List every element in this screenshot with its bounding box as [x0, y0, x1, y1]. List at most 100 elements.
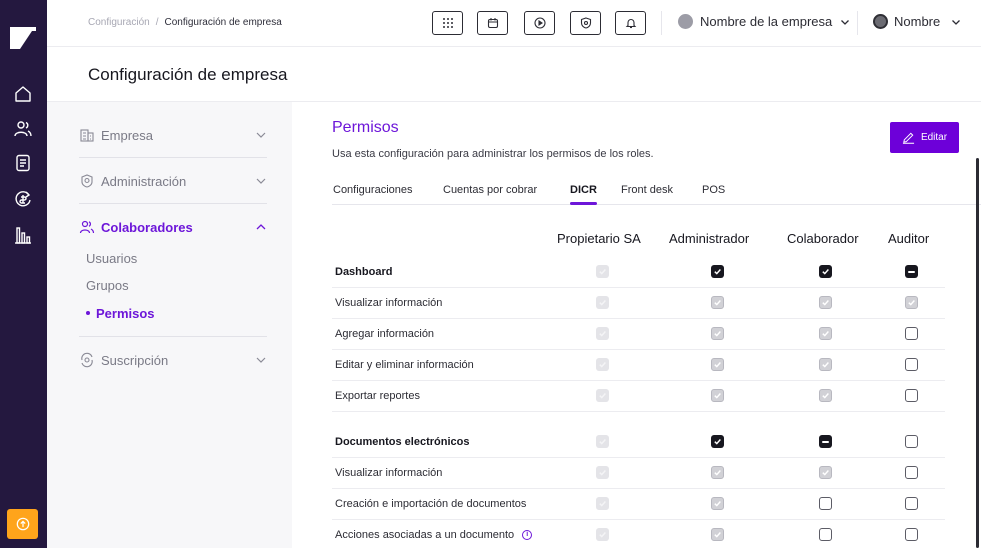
permission-checkbox-auditor[interactable] — [905, 497, 918, 510]
permission-checkbox-administrador[interactable] — [711, 497, 724, 510]
row-label: Acciones asociadas a un documento i — [335, 529, 533, 541]
row-label-text: Creación e importación de documentos — [335, 498, 527, 510]
permission-checkbox-auditor[interactable] — [905, 528, 918, 541]
permission-checkbox-propietario-sa — [596, 296, 609, 309]
sidebar-item-usuarios[interactable]: Usuarios — [86, 251, 137, 266]
tab-dicr[interactable]: DICR — [570, 184, 597, 205]
check-icon — [599, 470, 606, 476]
notifications-button[interactable] — [615, 11, 646, 35]
table-row: Exportar reportes — [332, 381, 945, 412]
permission-checkbox-colaborador[interactable] — [819, 435, 832, 448]
arrow-up-circle-icon — [16, 517, 29, 531]
permission-checkbox-auditor[interactable] — [905, 466, 918, 479]
app-logo[interactable] — [10, 27, 36, 49]
permission-checkbox-administrador[interactable] — [711, 327, 724, 340]
breadcrumb-separator: / — [155, 17, 159, 28]
permission-checkbox-colaborador[interactable] — [819, 296, 832, 309]
tab-pos[interactable]: POS — [702, 184, 725, 196]
sidebar-item-grupos[interactable]: Grupos — [86, 278, 129, 293]
check-icon — [714, 532, 721, 538]
company-selector[interactable]: Nombre de la empresa — [678, 14, 851, 29]
check-icon — [822, 331, 829, 337]
permission-checkbox-propietario-sa — [596, 528, 609, 541]
permission-checkbox-auditor[interactable] — [905, 358, 918, 371]
row-label: Exportar reportes — [335, 390, 420, 402]
permission-checkbox-administrador[interactable] — [711, 358, 724, 371]
breadcrumb-item-configuracion[interactable]: Configuración — [88, 17, 150, 28]
row-label-text: Acciones asociadas a un documento — [335, 529, 515, 541]
check-icon — [714, 362, 721, 368]
column-header-colaborador: Colaborador — [787, 231, 859, 246]
sidebar-section-label: Empresa — [101, 127, 154, 143]
users-icon — [79, 220, 95, 234]
sidebar-item-permisos[interactable]: Permisos — [86, 306, 155, 321]
row-label: Creación e importación de documentos — [335, 498, 526, 510]
permission-checkbox-administrador[interactable] — [711, 265, 724, 278]
page-header: Configuración de empresa — [47, 47, 981, 102]
sidebar-section-suscripcion[interactable]: Suscripción — [79, 350, 267, 370]
help-button[interactable] — [7, 509, 38, 539]
permission-checkbox-administrador[interactable] — [711, 296, 724, 309]
permission-checkbox-administrador[interactable] — [711, 528, 724, 541]
permission-checkbox-auditor[interactable] — [905, 435, 918, 448]
permission-checkbox-colaborador[interactable] — [819, 389, 832, 402]
permission-checkbox-auditor[interactable] — [905, 389, 918, 402]
notebook-icon[interactable] — [13, 153, 33, 173]
permission-checkbox-administrador[interactable] — [711, 466, 724, 479]
column-header-auditor: Auditor — [888, 231, 930, 246]
home-icon[interactable] — [13, 84, 33, 104]
table-row: Agregar información — [332, 319, 945, 350]
chevron-up-icon — [256, 224, 266, 230]
tab-cuentas-por-cobrar[interactable]: Cuentas por cobrar — [443, 184, 537, 196]
check-icon — [599, 362, 606, 368]
permission-checkbox-auditor[interactable] — [905, 265, 918, 278]
permission-checkbox-administrador[interactable] — [711, 389, 724, 402]
check-icon — [908, 300, 915, 306]
pencil-icon — [902, 132, 915, 144]
sidebar-section-empresa[interactable]: Empresa — [79, 125, 267, 145]
play-button[interactable] — [524, 11, 555, 35]
user-menu[interactable]: Nombre — [873, 14, 962, 29]
minus-icon — [908, 270, 915, 273]
chevron-down-icon — [952, 19, 961, 25]
permission-checkbox-colaborador[interactable] — [819, 265, 832, 278]
permission-checkbox-colaborador[interactable] — [819, 466, 832, 479]
scrollbar[interactable] — [976, 158, 979, 548]
money-cycle-icon[interactable] — [13, 189, 33, 209]
column-header-administrador: Administrador — [669, 231, 750, 246]
permission-checkbox-colaborador[interactable] — [819, 327, 832, 340]
divider — [79, 336, 267, 337]
permission-checkbox-colaborador[interactable] — [819, 528, 832, 541]
topbar-divider — [661, 11, 662, 35]
apps-button[interactable] — [432, 11, 463, 35]
bar-chart-icon[interactable] — [13, 225, 33, 245]
divider — [79, 203, 267, 204]
tab-configuraciones[interactable]: Configuraciones — [333, 184, 413, 196]
permission-checkbox-auditor[interactable] — [905, 327, 918, 340]
check-icon — [714, 300, 721, 306]
topbar-divider — [857, 11, 858, 35]
building-icon — [80, 129, 94, 142]
permission-checkbox-colaborador[interactable] — [819, 358, 832, 371]
info-icon[interactable]: i — [522, 530, 533, 541]
security-button[interactable] — [570, 11, 601, 35]
permission-checkbox-administrador[interactable] — [711, 435, 724, 448]
sidebar-section-label: Suscripción — [101, 352, 169, 368]
edit-button[interactable]: Editar — [890, 122, 959, 153]
permission-checkbox-propietario-sa — [596, 497, 609, 510]
chevron-down-icon — [841, 19, 850, 25]
tab-front-desk[interactable]: Front desk — [621, 184, 673, 196]
sidebar-section-colaboradores[interactable]: Colaboradores — [79, 217, 267, 237]
permission-checkbox-auditor[interactable] — [905, 296, 918, 309]
sidebar-section-administracion[interactable]: Administración — [79, 171, 267, 191]
table-row: Creación e importación de documentos — [332, 489, 945, 520]
table-row: Editar y eliminar información — [332, 350, 945, 381]
calendar-button[interactable] — [477, 11, 508, 35]
permission-checkbox-propietario-sa — [596, 435, 609, 448]
check-icon — [599, 393, 606, 399]
table-group-row: Documentos electrónicos — [332, 427, 945, 458]
check-icon — [599, 300, 606, 306]
users-icon[interactable] — [13, 119, 33, 139]
table-row: Visualizar información — [332, 288, 945, 319]
permission-checkbox-colaborador[interactable] — [819, 497, 832, 510]
